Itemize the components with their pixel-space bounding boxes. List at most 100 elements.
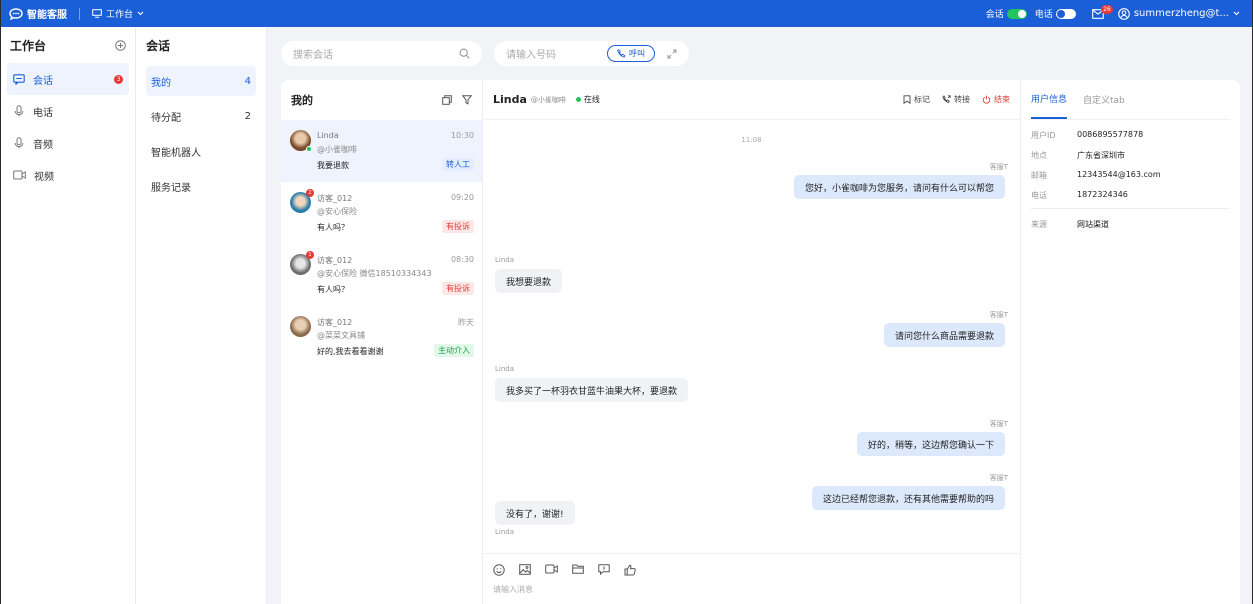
sidebar-item-label: 会话	[33, 75, 53, 87]
video-icon[interactable]	[545, 564, 558, 576]
conversation-source: @菜菜文具铺	[317, 331, 365, 340]
conversation-item[interactable]: 1 访客_012 @安心保险 微信18510334343 08:30 有人吗？ …	[281, 244, 482, 306]
expand-icon[interactable]	[667, 49, 677, 59]
sidebar-item-chat[interactable]: 会话 3	[7, 63, 129, 95]
mark-button[interactable]: 标记	[903, 94, 930, 105]
tab-user-info[interactable]: 用户信息	[1031, 80, 1068, 119]
unread-badge: 1	[306, 251, 314, 259]
subnav-item-records[interactable]: 服务记录	[146, 171, 256, 201]
call-label: 呼叫	[629, 49, 645, 58]
brand[interactable]: 智能客服	[9, 6, 67, 21]
chat-toggle-label: 会话	[985, 10, 1004, 20]
top-bar: 智能客服 工作台 会话 电话 26 summerzheng@t...	[1, 0, 1252, 27]
chevron-down-icon	[1233, 11, 1240, 16]
user-menu[interactable]: summerzheng@t...	[1117, 7, 1240, 20]
chevron-down-icon	[137, 11, 144, 16]
conversation-name: 访客_012	[317, 318, 353, 327]
conversation-item[interactable]: 2 访客_012 @安心保险 09:20 有人吗？ 有投诉	[281, 182, 482, 244]
video-icon	[13, 170, 26, 180]
message-bubble: 这边已经帮您退款，还有其他需要帮助的吗	[811, 486, 1005, 510]
emoji-icon[interactable]	[493, 564, 505, 576]
chat-contact-source: @小雀咖啡	[530, 95, 566, 104]
call-button[interactable]: 呼叫	[607, 45, 655, 62]
monitor-icon	[92, 9, 102, 18]
info-key: 来源	[1031, 220, 1047, 229]
subnav-item-count: 4	[244, 75, 251, 87]
subnav-item-label: 待分配	[151, 112, 181, 124]
unread-badge: 3	[114, 74, 123, 84]
chat-icon	[13, 73, 25, 85]
microphone-icon	[13, 137, 25, 149]
conversation-source: @安心保险	[317, 207, 357, 216]
dial-input[interactable]: 请输入号码 呼叫	[494, 41, 689, 66]
chat-switch[interactable]	[1006, 8, 1027, 19]
online-status: 在线	[575, 94, 600, 105]
thumbs-up-icon[interactable]	[624, 564, 636, 576]
filter-icon[interactable]	[462, 95, 472, 105]
conversation-last-message: 有人吗？	[317, 285, 349, 294]
workspace-menu[interactable]: 工作台	[92, 7, 144, 20]
conversation-time: 10:30	[450, 131, 474, 140]
chat-toggle[interactable]: 会话	[986, 7, 1027, 20]
subnav-item-label: 我的	[151, 77, 171, 89]
conversation-item[interactable]: Linda @小雀咖啡 10:30 我要退款 转人工	[281, 120, 482, 182]
sidebar-item-label: 音频	[33, 139, 53, 151]
end-button[interactable]: 结束	[982, 94, 1010, 105]
message-bubble: 我多买了一杯羽衣甘蓝牛油果大杯，要退款	[495, 378, 689, 402]
brand-name: 智能客服	[27, 10, 67, 21]
avatar: 2	[290, 189, 314, 213]
sidebar-item-phone[interactable]: 电话	[1, 95, 135, 127]
status-badge: 有投诉	[442, 282, 474, 295]
mark-label: 标记	[914, 95, 930, 104]
sender-label: Linda	[495, 256, 515, 264]
tab-custom[interactable]: 自定义tab	[1083, 80, 1125, 119]
subnav-item-pending[interactable]: 待分配 2	[146, 101, 256, 131]
chat-contact-name: Linda	[493, 93, 527, 106]
transfer-icon	[942, 95, 951, 104]
subnav-item-robot[interactable]: 智能机器人	[146, 136, 256, 166]
conversation-source: @小雀咖啡	[317, 145, 357, 154]
comment-icon[interactable]	[598, 564, 610, 576]
avatar: 1	[290, 251, 314, 275]
sender-label: 客服T	[989, 163, 1008, 171]
info-row-source: 来源 网站渠道	[1031, 219, 1230, 229]
add-circle-icon[interactable]	[115, 39, 126, 51]
online-status-label: 在线	[583, 95, 600, 104]
copy-icon[interactable]	[442, 95, 452, 105]
info-row-user-id: 用户ID 0086895577878	[1031, 130, 1230, 140]
user-info-panel: 用户信息 自定义tab 用户ID 0086895577878 地点 广东省深圳市…	[1021, 80, 1240, 604]
conversation-time: 08:30	[450, 255, 474, 264]
message-bubble: 好的，稍等，这边帮您确认一下	[856, 432, 1005, 456]
info-key: 用户ID	[1031, 131, 1056, 140]
phone-switch[interactable]	[1055, 8, 1076, 19]
online-dot	[575, 97, 581, 102]
conversation-last-message: 有人吗？	[317, 223, 349, 232]
info-row-location: 地点 广东省深圳市	[1031, 150, 1230, 160]
sidebar-item-label: 电话	[33, 107, 53, 119]
conversation-item[interactable]: 访客_012 @菜菜文具铺 昨天 好的,我去看看谢谢 主动介入	[281, 306, 482, 368]
subnav-item-mine[interactable]: 我的 4	[146, 66, 256, 96]
online-indicator	[306, 146, 312, 152]
search-placeholder: 搜索会话	[293, 50, 333, 61]
image-icon[interactable]	[519, 564, 531, 576]
conversation-name: Linda	[317, 131, 339, 140]
folder-icon[interactable]	[572, 564, 584, 576]
info-value: 0086895577878	[1077, 130, 1144, 139]
mail-button[interactable]: 26	[1091, 4, 1113, 19]
search-input[interactable]: 搜索会话	[281, 41, 482, 66]
search-icon[interactable]	[459, 48, 470, 59]
sidebar-item-audio[interactable]: 音频	[1, 127, 135, 159]
app-window: 智能客服 工作台 会话 电话 26 summerzheng@t... 工作台 会…	[0, 0, 1253, 604]
message-input[interactable]: 请输入消息	[493, 584, 1010, 595]
main-card: 我的 Linda @小雀咖啡 10:30 我要退款 转人工 2 访客_012 @…	[281, 80, 1240, 604]
sidebar-item-video[interactable]: 视频	[1, 159, 135, 191]
sender-label: 客服T	[989, 474, 1008, 482]
phone-toggle-label: 电话	[1034, 10, 1053, 20]
bookmark-icon	[903, 95, 911, 104]
sender-label: 客服T	[989, 311, 1008, 319]
transfer-button[interactable]: 转接	[942, 94, 970, 105]
end-label: 结束	[994, 95, 1010, 104]
phone-icon	[617, 49, 626, 58]
microphone-icon	[13, 105, 25, 117]
phone-toggle[interactable]: 电话	[1035, 7, 1076, 20]
